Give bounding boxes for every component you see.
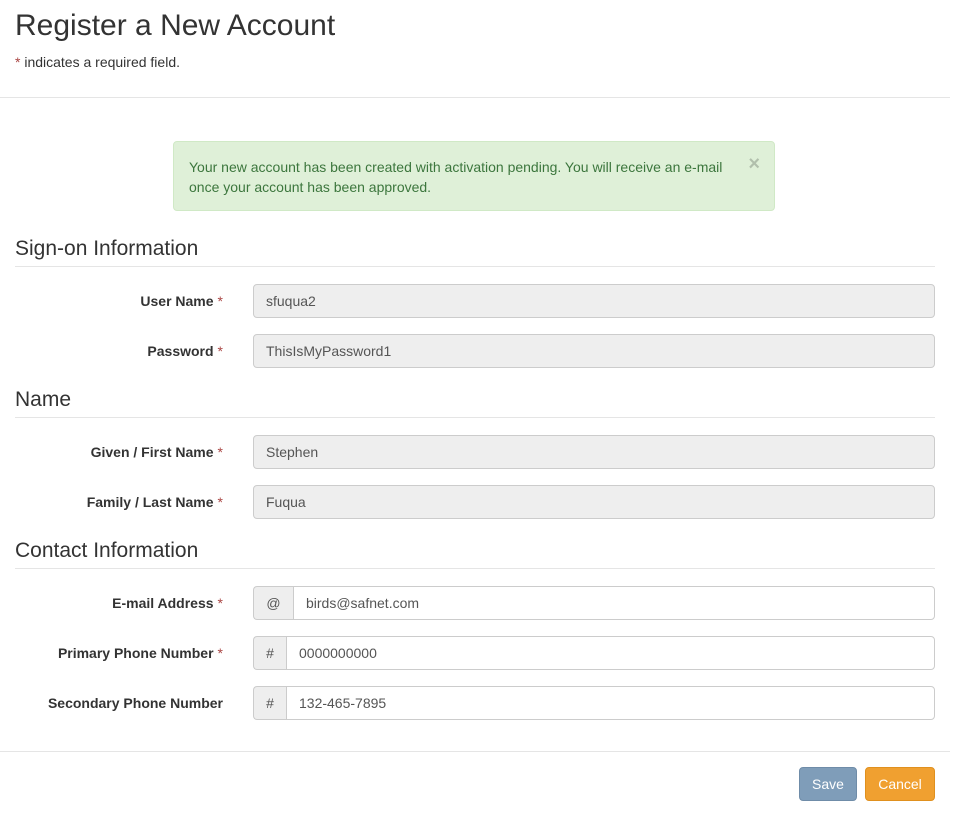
alert-message: Your new account has been created with a…	[189, 159, 723, 195]
last-name-field[interactable]: Fuqua	[253, 485, 935, 519]
section-title-contact: Contact Information	[15, 538, 935, 569]
section-title-name: Name	[15, 387, 935, 418]
save-button[interactable]: Save	[799, 767, 857, 801]
secondary-phone-input-group: # 132-465-7895	[253, 686, 935, 720]
primary-phone-field[interactable]: 0000000000	[286, 636, 935, 670]
page-title: Register a New Account	[15, 9, 336, 42]
email-label: E-mail Address *	[0, 593, 223, 613]
secondary-phone-label: Secondary Phone Number	[0, 693, 223, 713]
close-icon[interactable]: ×	[748, 154, 760, 174]
primary-phone-input-group: # 0000000000	[253, 636, 935, 670]
footer-divider	[0, 751, 950, 752]
username-label-text: User Name	[140, 293, 214, 309]
email-label-text: E-mail Address	[112, 595, 214, 611]
hash-icon: #	[253, 636, 286, 670]
at-sign-icon: @	[253, 586, 293, 620]
password-field[interactable]: ThisIsMyPassword1	[253, 334, 935, 368]
primary-phone-label: Primary Phone Number *	[0, 643, 223, 663]
header-divider	[0, 97, 950, 98]
last-name-label: Family / Last Name *	[0, 492, 223, 512]
section-title-signon: Sign-on Information	[15, 236, 935, 267]
success-alert: Your new account has been created with a…	[173, 141, 775, 211]
first-name-label-text: Given / First Name	[90, 444, 214, 460]
cancel-button[interactable]: Cancel	[865, 767, 935, 801]
hash-icon: #	[253, 686, 286, 720]
required-star: *	[217, 494, 223, 510]
required-star: *	[217, 645, 223, 661]
password-label-text: Password	[147, 343, 214, 359]
email-field[interactable]: birds@safnet.com	[293, 586, 935, 620]
username-field[interactable]: sfuqua2	[253, 284, 935, 318]
first-name-field[interactable]: Stephen	[253, 435, 935, 469]
last-name-label-text: Family / Last Name	[86, 494, 214, 510]
required-star: *	[217, 444, 223, 460]
secondary-phone-field[interactable]: 132-465-7895	[286, 686, 935, 720]
username-label: User Name *	[0, 291, 223, 311]
password-label: Password *	[0, 341, 223, 361]
required-field-note: * indicates a required field.	[15, 54, 180, 70]
required-note-text: indicates a required field.	[20, 54, 180, 70]
first-name-label: Given / First Name *	[0, 442, 223, 462]
required-star: *	[217, 293, 223, 309]
required-star: *	[217, 595, 223, 611]
primary-phone-label-text: Primary Phone Number	[57, 645, 214, 661]
secondary-phone-label-text: Secondary Phone Number	[47, 695, 223, 711]
required-star: *	[217, 343, 223, 359]
email-input-group: @ birds@safnet.com	[253, 586, 935, 620]
